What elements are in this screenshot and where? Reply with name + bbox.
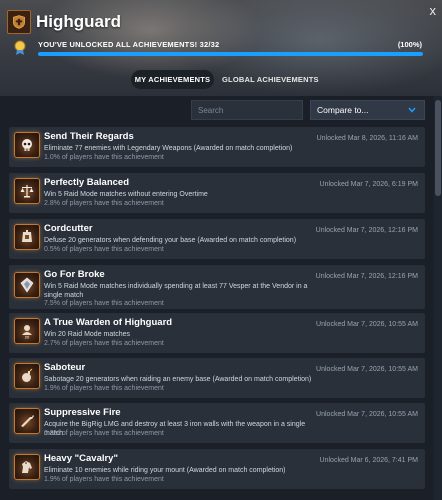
compare-label: Compare to... (317, 105, 369, 115)
achievement-description: Win 5 Raid Mode matches individually spe… (44, 283, 308, 299)
achievement-progress: YOU'VE UNLOCKED ALL ACHIEVEMENTS! 32/32 … (14, 39, 424, 59)
gem-icon (14, 272, 40, 298)
unlock-date: Unlocked Mar 7, 2026, 10:55 AM (316, 321, 418, 328)
achievement-title: Saboteur (44, 362, 86, 373)
gun-icon (14, 408, 40, 434)
chevron-down-icon (408, 107, 416, 113)
achievement-row[interactable]: Send Their Regards Eliminate 77 enemies … (9, 127, 425, 167)
achievement-list-panel: Compare to... Send Their Regards Elimina… (0, 96, 442, 500)
search-input[interactable] (191, 100, 303, 120)
achievement-row[interactable]: 20 A True Warden of Highguard Win 20 Rai… (9, 313, 425, 353)
achievement-title: Heavy "Cavalry" (44, 453, 118, 464)
game-title: Highguard (36, 12, 121, 31)
achievement-rarity: 0.5% of players have this achievement (44, 246, 164, 253)
achievement-rarity: 1.0% of players have this achievement (44, 154, 164, 161)
achievement-row[interactable]: Suppressive Fire Acquire the BigRig LMG … (9, 403, 425, 443)
progress-text: YOU'VE UNLOCKED ALL ACHIEVEMENTS! 32/32 (38, 40, 220, 49)
achievement-tabs: MY ACHIEVEMENTS GLOBAL ACHIEVEMENTS (0, 70, 442, 90)
achievement-row[interactable]: Perfectly Balanced Win 5 Raid Mode match… (9, 173, 425, 213)
unlock-date: Unlocked Mar 7, 2026, 12:16 PM (315, 273, 418, 280)
warden-icon: 20 (14, 318, 40, 344)
achievement-rarity: 2.7% of players have this achievement (44, 340, 164, 347)
scrollbar-thumb[interactable] (435, 100, 441, 196)
achievement-description: Win 5 Raid Mode matches without entering… (44, 191, 208, 198)
achievement-description: Sabotage 20 generators when raiding an e… (44, 376, 312, 383)
progress-percent: (100%) (397, 40, 422, 49)
tab-my-achievements[interactable]: MY ACHIEVEMENTS (131, 70, 214, 89)
unlock-date: Unlocked Mar 8, 2026, 11:16 AM (316, 135, 418, 142)
achievement-title: Send Their Regards (44, 131, 134, 142)
bomb-icon (14, 363, 40, 389)
unlock-date: Unlocked Mar 7, 2026, 6:19 PM (319, 181, 418, 188)
achievement-row[interactable]: Heavy "Cavalry" Eliminate 10 enemies whi… (9, 449, 425, 489)
achievement-description: Defuse 20 generators when defending your… (44, 237, 297, 244)
achievement-row[interactable]: Cordcutter Defuse 20 generators when def… (9, 219, 425, 259)
unlock-date: Unlocked Mar 6, 2026, 7:41 PM (319, 457, 418, 464)
achievement-rarity: 7.5% of players have this achievement (44, 300, 164, 307)
progress-bar-fill (38, 52, 423, 56)
scales-icon (14, 178, 40, 204)
achievement-title: Cordcutter (44, 223, 93, 234)
achievement-description: Eliminate 10 enemies while riding your m… (44, 467, 286, 474)
skull-icon (14, 132, 40, 158)
compare-to-dropdown[interactable]: Compare to... (310, 100, 425, 120)
achievement-title: Perfectly Balanced (44, 177, 130, 188)
achievement-rarity: 1.9% of players have this achievement (44, 476, 164, 483)
unlock-date: Unlocked Mar 7, 2026, 10:55 AM (316, 366, 418, 373)
achievement-row[interactable]: Go For Broke Win 5 Raid Mode matches ind… (9, 265, 425, 309)
trophy-icon (14, 40, 26, 55)
achievement-row[interactable]: Saboteur Sabotage 20 generators when rai… (9, 358, 425, 398)
achievement-rarity: 1.9% of players have this achievement (44, 385, 164, 392)
achievement-description: Win 20 Raid Mode matches (44, 331, 130, 338)
warden-badge-number: 20 (25, 335, 30, 340)
progress-bar (38, 52, 423, 56)
achievement-title: Suppressive Fire (44, 407, 121, 418)
achievement-title: A True Warden of Highguard (44, 317, 173, 328)
horse-icon (14, 454, 40, 480)
achievement-rarity: 2.8% of players have this achievement (44, 200, 164, 207)
generator-icon (14, 224, 40, 250)
unlock-date: Unlocked Mar 7, 2026, 12:16 PM (315, 227, 418, 234)
game-header: x Highguard YOU'VE UNLOCKED ALL ACHIEVEM… (0, 0, 442, 96)
unlock-date: Unlocked Mar 7, 2026, 10:55 AM (316, 411, 418, 418)
tab-global-achievements[interactable]: GLOBAL ACHIEVEMENTS (222, 70, 319, 89)
achievement-rarity: 0.3% of players have this achievement (44, 430, 164, 437)
close-icon[interactable]: x (430, 3, 437, 18)
game-logo-icon (7, 10, 31, 34)
achievement-title: Go For Broke (44, 269, 105, 280)
achievement-description: Eliminate 77 enemies with Legendary Weap… (44, 145, 293, 152)
